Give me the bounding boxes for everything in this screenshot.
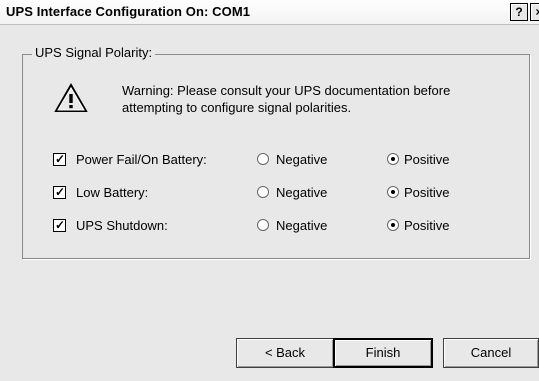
ups-shutdown-checkbox[interactable]: ✓: [53, 218, 66, 232]
window-title: UPS Interface Configuration On: COM1: [6, 4, 251, 19]
low-battery-checkbox[interactable]: ✓: [53, 185, 66, 199]
power-fail-checkbox[interactable]: ✓: [53, 152, 66, 166]
cancel-button[interactable]: Cancel: [443, 338, 539, 368]
low-battery-positive-label: Positive: [404, 185, 450, 200]
close-button[interactable]: ×: [530, 3, 539, 21]
ups-shutdown-negative-label: Negative: [276, 218, 328, 233]
dialog-window: UPS Interface Configuration On: COM1 ? ×…: [0, 0, 539, 381]
group-legend: UPS Signal Polarity:: [32, 45, 156, 60]
power-fail-label: Power Fail/On Battery:: [76, 152, 207, 167]
title-bar: UPS Interface Configuration On: COM1 ? ×: [0, 0, 539, 25]
finish-button[interactable]: Finish: [333, 338, 433, 368]
power-fail-negative-radio[interactable]: [257, 153, 269, 165]
low-battery-negative-label: Negative: [276, 185, 328, 200]
help-button[interactable]: ?: [510, 3, 528, 21]
low-battery-negative-radio[interactable]: [257, 186, 269, 198]
warning-text: Warning: Please consult your UPS documen…: [122, 82, 482, 116]
power-fail-negative-label: Negative: [276, 152, 328, 167]
low-battery-label: Low Battery:: [76, 185, 149, 200]
low-battery-positive-radio[interactable]: [387, 186, 399, 198]
ups-shutdown-negative-radio[interactable]: [257, 219, 269, 231]
power-fail-positive-label: Positive: [404, 152, 450, 167]
ups-shutdown-label: UPS Shutdown:: [76, 218, 168, 233]
power-fail-positive-radio[interactable]: [387, 153, 399, 165]
warning-icon: [54, 83, 88, 112]
warning-line-1: Warning: Please consult your UPS documen…: [122, 83, 451, 98]
back-button[interactable]: < Back: [236, 338, 334, 368]
ups-shutdown-positive-radio[interactable]: [387, 219, 399, 231]
warning-line-2: attempting to configure signal polaritie…: [122, 100, 352, 115]
ups-shutdown-positive-label: Positive: [404, 218, 450, 233]
